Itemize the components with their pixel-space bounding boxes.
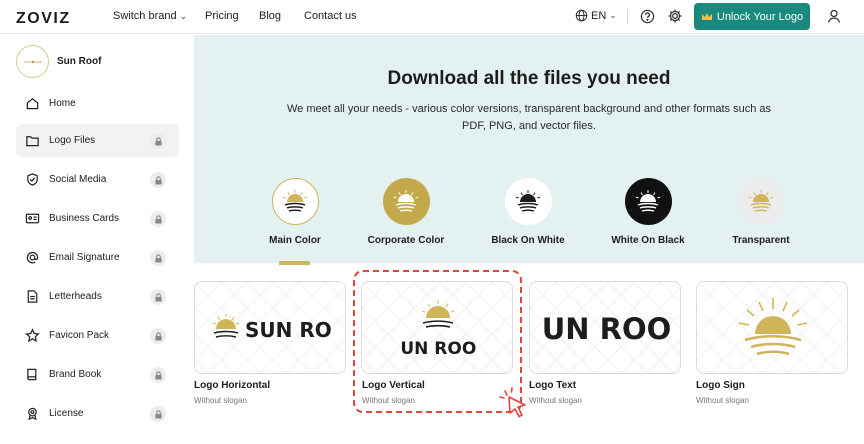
svg-text:SUN ROOF: SUN ROOF: [245, 318, 331, 342]
switch-brand-menu[interactable]: Switch brand ⌄: [113, 10, 187, 22]
folder-icon: [26, 136, 39, 147]
sidebar-item-label: Favicon Pack: [49, 330, 110, 341]
globe-icon: [575, 9, 588, 22]
variant-label: Main Color: [269, 235, 321, 246]
lock-icon: [150, 328, 166, 344]
brand-mini-logo-icon: [23, 60, 42, 63]
sidebar-item-letterheads[interactable]: Letterheads: [16, 280, 179, 313]
sun-logo-icon: [393, 189, 419, 212]
lock-icon: [150, 367, 166, 383]
brand-avatar: [16, 45, 49, 78]
sun-logo-icon: [748, 189, 774, 212]
top-header: ZOVIZ Switch brand ⌄ Pricing Blog Contact…: [0, 0, 864, 34]
chevron-down-icon: ⌄: [179, 11, 188, 21]
cursor-click-icon: [499, 387, 526, 418]
sidebar-item-home[interactable]: Home: [16, 87, 179, 120]
star-icon: [25, 328, 40, 343]
lock-icon: [150, 406, 166, 422]
sidebar-item-label: Social Media: [49, 174, 107, 185]
sidebar-item-brand-book[interactable]: Brand Book: [16, 358, 179, 391]
variant-black-on-white[interactable]: Black On White: [478, 178, 578, 246]
sidebar-item-business-cards[interactable]: Business Cards: [16, 202, 179, 235]
lock-icon: [150, 211, 166, 227]
sun-logo-icon: [515, 189, 541, 212]
variant-white-on-black[interactable]: White On Black: [598, 178, 698, 246]
hero-title: Download all the files you need: [387, 68, 671, 89]
variant-swatch: [271, 178, 319, 225]
id-card-icon: [25, 213, 40, 224]
active-variant-indicator: [279, 261, 310, 265]
badge-icon: [28, 407, 37, 421]
sidebar-item-favicon-pack[interactable]: Favicon Pack: [16, 319, 179, 352]
card-subtitle: Without slogan: [194, 396, 247, 405]
document-icon: [27, 290, 38, 303]
variant-transparent[interactable]: Transparent: [711, 178, 811, 246]
at-icon: [26, 251, 39, 264]
variant-swatch: [382, 178, 430, 225]
nav-blog[interactable]: Blog: [259, 10, 281, 22]
sun-logo-icon: [635, 189, 661, 212]
sidebar-item-email-signature[interactable]: Email Signature: [16, 241, 179, 274]
brand-name: Sun Roof: [57, 56, 102, 67]
lock-icon: [150, 250, 166, 266]
card-subtitle: Without slogan: [529, 396, 582, 405]
zoviz-logo[interactable]: ZOVIZ: [16, 8, 82, 26]
lock-icon: [150, 172, 166, 188]
sidebar-item-label: Letterheads: [49, 291, 102, 302]
help-icon[interactable]: [640, 9, 655, 24]
lock-icon: [150, 289, 166, 305]
sidebar-item-label: Email Signature: [49, 252, 120, 263]
sidebar-item-social-media[interactable]: Social Media: [16, 163, 179, 196]
logo-horizontal-preview: SUN ROOF: [213, 314, 331, 342]
variant-corporate-color[interactable]: Corporate Color: [356, 178, 456, 246]
sun-sign-icon: [738, 298, 808, 356]
card-title: Logo Text: [529, 380, 577, 391]
book-icon: [27, 368, 37, 381]
language-selector[interactable]: EN ⌄: [575, 9, 617, 22]
variant-label: Black On White: [491, 235, 565, 246]
card-subtitle: Without slogan: [696, 396, 749, 405]
sidebar-item-license[interactable]: License: [16, 397, 179, 430]
variant-swatch: [624, 178, 672, 225]
variant-main-color[interactable]: Main Color: [245, 178, 345, 246]
shield-icon: [27, 173, 38, 186]
sun-logo-icon: [282, 189, 308, 212]
sidebar-item-label: License: [49, 408, 84, 419]
variant-label: White On Black: [611, 235, 685, 246]
svg-text:SUN ROOF: SUN ROOF: [540, 312, 672, 346]
card-title: Logo Horizontal: [194, 380, 271, 391]
card-title: Logo Sign: [696, 380, 745, 391]
card-logo-horizontal[interactable]: SUN ROOF: [194, 281, 346, 374]
sidebar-item-label: Logo Files: [49, 135, 96, 146]
sidebar-item-logo-files[interactable]: Logo Files: [16, 124, 179, 157]
sidebar-item-label: Home: [49, 98, 76, 109]
logo-text-preview: SUN ROOF: [540, 312, 672, 346]
crown-icon: [701, 12, 712, 20]
lock-icon: [150, 133, 166, 149]
sidebar-item-label: Business Cards: [49, 213, 120, 224]
nav-pricing[interactable]: Pricing: [205, 10, 239, 22]
brand-switcher[interactable]: Sun Roof: [16, 45, 101, 78]
sidebar-item-label: Brand Book: [49, 369, 102, 380]
unlock-logo-label: Unlock Your Logo: [716, 10, 804, 23]
switch-brand-label: Switch brand: [113, 10, 177, 22]
download-hero: Download all the files you need We meet …: [194, 35, 864, 263]
gear-icon[interactable]: [667, 8, 683, 24]
sidebar: Sun Roof Home Logo Files Social Media Bu…: [0, 35, 194, 444]
variant-label: Corporate Color: [367, 235, 445, 246]
variant-swatch: [737, 178, 785, 225]
user-icon[interactable]: [826, 8, 842, 24]
svg-text:ZOVIZ: ZOVIZ: [16, 10, 71, 26]
header-divider: [627, 9, 628, 24]
chevron-down-icon: ⌄: [609, 10, 617, 20]
language-label: EN: [591, 9, 607, 22]
card-logo-text[interactable]: SUN ROOF: [529, 281, 681, 374]
variant-swatch: [504, 178, 552, 225]
unlock-logo-button[interactable]: Unlock Your Logo: [694, 3, 810, 30]
home-icon: [26, 98, 39, 110]
nav-contact[interactable]: Contact us: [304, 10, 357, 22]
card-logo-sign[interactable]: [696, 281, 848, 374]
hero-subtitle: We meet all your needs - various color v…: [286, 103, 772, 132]
variant-label: Transparent: [732, 235, 790, 246]
